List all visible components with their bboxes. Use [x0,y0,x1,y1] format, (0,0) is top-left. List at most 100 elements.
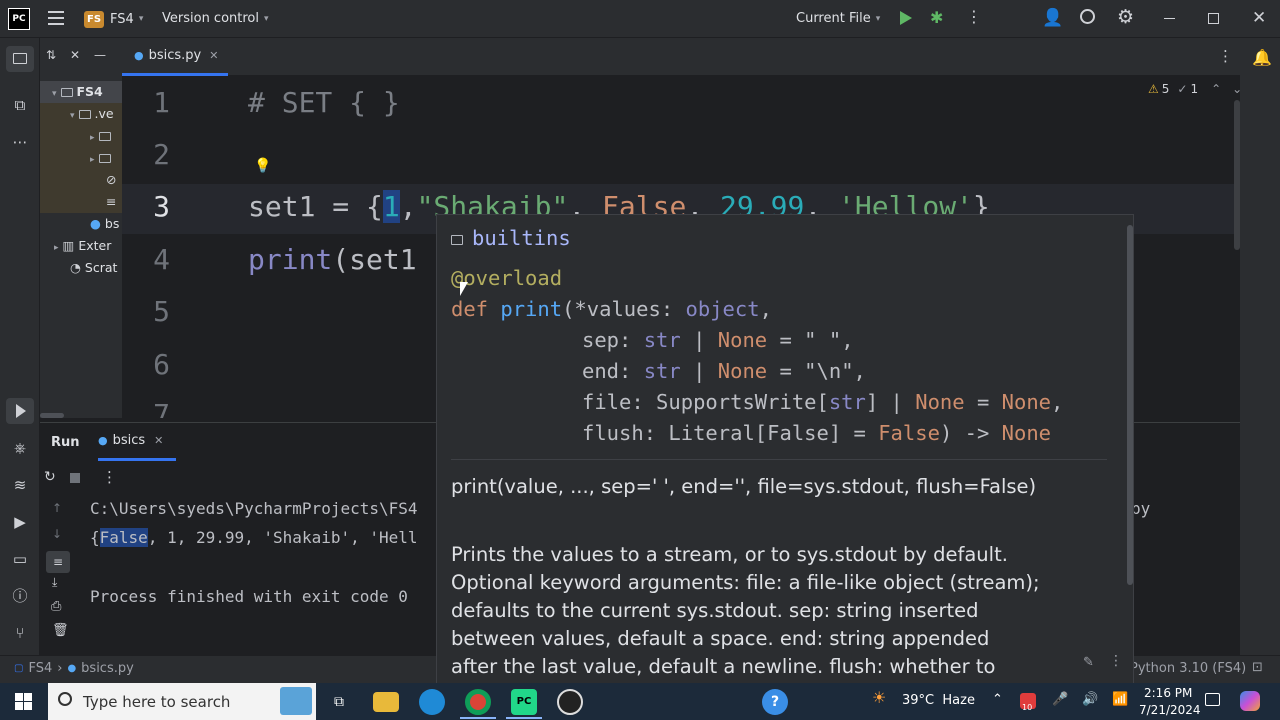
editor-tab-label: bsics.py [148,48,202,63]
run-config-label: Current File [796,11,871,26]
doc-divider [451,459,1107,460]
lock-icon[interactable]: ⊡ [1252,660,1263,675]
scroll-up-icon[interactable]: ↑ [52,501,62,515]
tab-options-icon[interactable]: ⋮ [1218,47,1233,65]
chevron-up-icon[interactable]: ⌃ [992,692,1003,707]
pycharm-taskbar-icon[interactable]: PC [511,689,537,715]
tree-excluded[interactable]: ⊘ [40,169,122,191]
weather-icon[interactable]: ☀ [872,688,886,707]
network-icon[interactable]: 📶 [1112,692,1128,707]
notifications-icon[interactable]: 🔔 [1252,48,1272,67]
python-file-icon: ● [134,49,144,62]
more-actions-icon[interactable]: ⋮ [102,468,117,486]
folder-icon [98,132,111,141]
breadcrumb-project: FS4 [28,661,53,676]
run-config-selector[interactable]: Current File ▾ [796,11,880,26]
weather-text[interactable]: 39°C Haze [902,693,975,708]
copilot-icon[interactable] [1240,691,1260,711]
more-actions-icon[interactable]: ⋮ [966,7,982,26]
doc-module[interactable]: builtins [472,226,571,250]
popup-scrollbar[interactable] [1127,225,1133,585]
line-number: 7 [153,398,170,418]
restore-icon[interactable] [1208,13,1219,24]
horizontal-scrollbar[interactable] [40,413,64,418]
module-icon: ▢ [14,663,24,674]
inspection-widget[interactable]: ⚠ 5 ✓ 1 ⌃ ⌄ [1148,82,1242,96]
trash-icon[interactable]: 🗑 [52,623,69,638]
chevron-up-icon[interactable]: ⌃ [1211,82,1221,96]
soft-wrap-icon[interactable]: ≡ [46,551,70,573]
edge-browser-icon[interactable] [419,689,445,715]
line-number: 4 [153,243,170,276]
vcs-widget[interactable]: Version control ▾ [162,11,269,26]
clock-time[interactable]: 2:16 PM [1144,686,1192,700]
doc-description-line: after the last value, default a newline.… [451,655,996,678]
chrome-icon[interactable] [465,689,491,715]
collapse-icon[interactable]: ⇅ [46,48,56,62]
breadcrumb[interactable]: ▢ FS4 › ● bsics.py [14,661,134,676]
pycharm-logo-icon[interactable]: PC [8,8,30,30]
right-tool-strip: 🔔 [1240,38,1280,655]
main-menu-icon[interactable] [48,11,64,25]
obs-icon[interactable] [557,689,583,715]
terminal-icon[interactable]: ▭ [10,549,30,569]
project-widget[interactable]: FS FS4 ▾ [84,9,143,29]
run-tool-icon[interactable] [6,398,34,424]
project-tool-icon[interactable] [6,46,34,72]
microphone-icon[interactable]: 🎤 [1052,692,1068,707]
problems-icon[interactable]: ⓘ [10,586,30,606]
run-icon[interactable] [900,11,912,25]
close-pane-icon[interactable]: ✕ [70,48,80,62]
quick-documentation-popup[interactable]: builtins @overload def print(*values: ob… [436,214,1134,684]
chevron-right-icon: › [57,661,63,676]
doc-description-line: between values, default a space. end: st… [451,627,990,650]
rerun-icon[interactable]: ↻ [44,469,56,485]
print-icon[interactable]: ⎙ [51,599,61,614]
taskbar-search[interactable]: Type here to search [48,683,316,720]
windows-start-icon[interactable] [15,693,32,710]
task-view-icon[interactable]: ⧉ [326,689,352,715]
close-tab-icon[interactable]: ✕ [154,434,163,447]
settings-gear-icon[interactable]: ⚙ [1117,6,1134,28]
debug-icon[interactable]: ✱ [930,8,943,27]
line-number: 1 [153,86,170,119]
structure-icon[interactable]: ⧉ [10,95,30,115]
editor-tab-bar: ● bsics.py ✕ ⋮ [122,38,1240,76]
stop-icon[interactable] [70,473,80,483]
clock-date[interactable]: 7/21/2024 [1139,703,1201,717]
selected-token: 1 [382,190,400,223]
add-user-icon[interactable]: 👤 [1042,8,1063,28]
search-icon[interactable] [1080,9,1095,24]
editor-tab[interactable]: ● bsics.py ✕ [122,38,228,76]
notification-center-icon[interactable] [1205,693,1220,706]
close-tab-icon[interactable]: ✕ [209,49,218,62]
scroll-down-icon[interactable]: ↓ [52,527,62,541]
tree-external-label: Exter [78,238,112,253]
run-tab[interactable]: ● bsics ✕ [98,423,176,461]
popup-more-icon[interactable]: ⋮ [1109,653,1123,669]
line-number: 3 [153,190,170,223]
close-icon[interactable]: ✕ [1252,8,1266,28]
scroll-end-icon[interactable]: ⤓ [52,575,57,590]
console-output: {False, 1, 29.99, 'Shakaib', 'Hell [90,528,418,547]
lightbulb-icon[interactable]: 💡 [254,158,271,174]
python-packages-icon[interactable]: ⎈ [10,438,30,458]
warning-icon: ⚠ [1148,82,1159,96]
chevron-down-icon: ▾ [875,13,881,24]
help-icon[interactable]: ? [762,689,788,715]
file-explorer-icon[interactable] [373,692,399,712]
active-app-underline [460,717,496,719]
python-file-icon: ● [98,434,108,447]
edit-source-icon[interactable]: ✎ [1083,655,1094,670]
volume-icon[interactable]: 🔊 [1082,692,1098,707]
git-icon[interactable]: ⑂ [10,623,30,643]
hide-pane-icon[interactable]: — [94,48,106,62]
interpreter-selector[interactable]: Python 3.10 (FS4) [1130,661,1246,676]
services-icon[interactable]: ▶ [10,512,30,532]
layers-icon[interactable]: ≋ [10,475,30,495]
python-file-icon: ● [67,663,77,674]
minimize-icon[interactable] [1164,18,1175,19]
tree-root-label: FS4 [76,84,103,99]
more-tools-icon[interactable]: ⋯ [10,132,30,152]
console-exit-message: Process finished with exit code 0 [90,587,408,606]
